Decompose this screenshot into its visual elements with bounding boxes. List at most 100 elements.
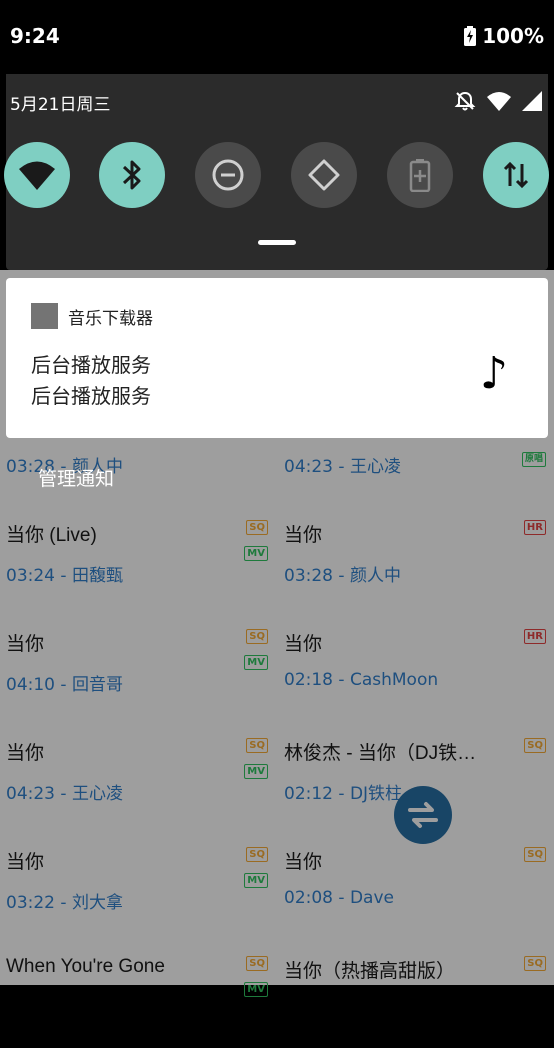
quality-badge: SQ [524,956,546,971]
date-label: 5月21日周三 [10,95,111,115]
song-meta: 04:10 - 回音哥 [6,670,123,695]
song-artist: 田馥甄 [71,566,123,586]
separator: - [55,566,72,586]
quality-badge: MV [244,873,268,888]
separator: - [333,670,350,690]
separator: - [333,457,350,477]
separator: - [333,784,350,804]
song-duration: 04:10 [6,675,55,695]
song-item[interactable]: 当你 04:10 - 回音哥 SQ MV [0,617,270,721]
song-duration: 03:24 [6,566,55,586]
song-artist: Dave [349,888,394,908]
song-artist: 回音哥 [71,675,123,695]
song-duration: 03:28 [284,566,333,586]
battery-saver-tile[interactable] [387,142,453,208]
song-item[interactable]: 当你 02:18 - CashMoon HR [278,617,548,721]
system-icons [454,90,542,112]
song-item[interactable]: When You're Gone SQ MV [0,944,270,1048]
song-item[interactable]: 当你 03:22 - 刘大拿 SQ MV [0,835,270,939]
quality-badge: MV [244,655,268,670]
separator: - [55,893,72,913]
song-meta: 03:28 - 颜人中 [284,561,401,586]
mobile-data-icon [503,161,529,189]
song-title: When You're Gone [6,956,165,977]
quality-badge: SQ [524,847,546,862]
bluetooth-icon [122,160,141,190]
song-meta: 04:23 - 王心凌 [6,779,123,804]
song-artist: 王心凌 [71,784,123,804]
battery-status: 100% [464,24,544,48]
music-note-icon: ♪ [479,348,508,399]
manage-notifications-button[interactable]: 管理通知 [38,464,114,491]
song-artist: CashMoon [349,670,439,690]
battery-saver-icon [409,159,431,192]
song-title: 当你 [6,634,45,655]
wifi-icon [19,161,55,190]
song-meta: 03:24 - 田馥甄 [6,561,123,586]
mobile-data-tile[interactable] [483,142,549,208]
quality-badge: SQ [246,847,268,862]
song-title: 当你 [284,852,323,873]
song-duration: 04:23 [284,457,333,477]
song-meta: 04:23 - 王心凌 [284,452,401,477]
notification-app-name: 音乐下载器 [68,309,153,329]
notifications-off-icon [454,91,476,111]
song-duration: 02:08 [284,888,333,908]
song-title: 当你 [6,743,45,764]
song-item[interactable]: 当你 02:08 - Dave SQ [278,835,548,939]
switch-button[interactable] [394,786,452,844]
quick-settings-panel: 5月21日周三 [4,74,549,270]
status-bar: 9:24 100% [0,0,554,74]
quality-badge: MV [244,764,268,779]
song-item[interactable]: 当你 03:28 - 颜人中 HR [278,508,548,612]
song-item[interactable]: 当你 04:23 - 王心凌 SQ MV [0,726,270,830]
song-title: 当你（热播高甜版） [284,961,456,982]
battery-percent: 100% [482,24,544,48]
quality-badge: SQ [246,520,268,535]
separator: - [333,566,350,586]
song-meta: 03:22 - 刘大拿 [6,888,123,913]
expand-handle[interactable] [258,240,296,245]
quality-badge: SQ [246,956,268,971]
do-not-disturb-icon [212,159,244,191]
quality-badge: SQ [246,738,268,753]
swap-icon [408,802,438,828]
song-meta: 02:12 - DJ铁柱 [284,779,402,804]
clock: 9:24 [10,24,60,48]
song-meta: 02:08 - Dave [284,888,394,908]
auto-rotate-tile[interactable] [291,142,357,208]
quality-badge: SQ [246,629,268,644]
wifi-status-icon [487,92,511,111]
song-item[interactable]: 当你 (Live) 03:24 - 田馥甄 SQ MV [0,508,270,612]
song-duration: 02:18 [284,670,333,690]
song-duration: 02:12 [284,784,333,804]
song-title: 当你 [284,525,323,546]
music-notification[interactable]: 音乐下载器 后台播放服务 后台播放服务 ♪ [6,278,548,438]
song-duration: 03:22 [6,893,55,913]
song-title: 林俊杰 - 当你（DJ铁… [284,743,477,764]
notification-text: 后台播放服务 [31,384,151,408]
song-artist: 刘大拿 [71,893,123,913]
quality-badge: MV [244,546,268,561]
app-icon [31,303,58,329]
separator: - [55,784,72,804]
quality-badge: SQ [524,738,546,753]
song-title: 当你 (Live) [6,525,97,546]
song-title: 当你 [6,852,45,873]
cell-signal-icon [522,91,542,111]
quality-badge: HR [523,520,546,535]
song-meta: 02:18 - CashMoon [284,670,438,690]
song-artist: 颜人中 [349,566,401,586]
bluetooth-tile[interactable] [99,142,165,208]
song-artist: 王心凌 [349,457,401,477]
quality-badge: HR [523,629,546,644]
do-not-disturb-tile[interactable] [195,142,261,208]
song-duration: 04:23 [6,784,55,804]
song-item[interactable]: 当你（热播高甜版） SQ [278,944,548,1048]
quality-badge: MV [244,982,268,997]
song-title: 当你 [284,634,323,655]
notification-title: 后台播放服务 [31,353,151,377]
wifi-tile[interactable] [4,142,70,208]
battery-charging-icon [464,26,477,46]
quality-badge: 原唱 [521,452,546,467]
